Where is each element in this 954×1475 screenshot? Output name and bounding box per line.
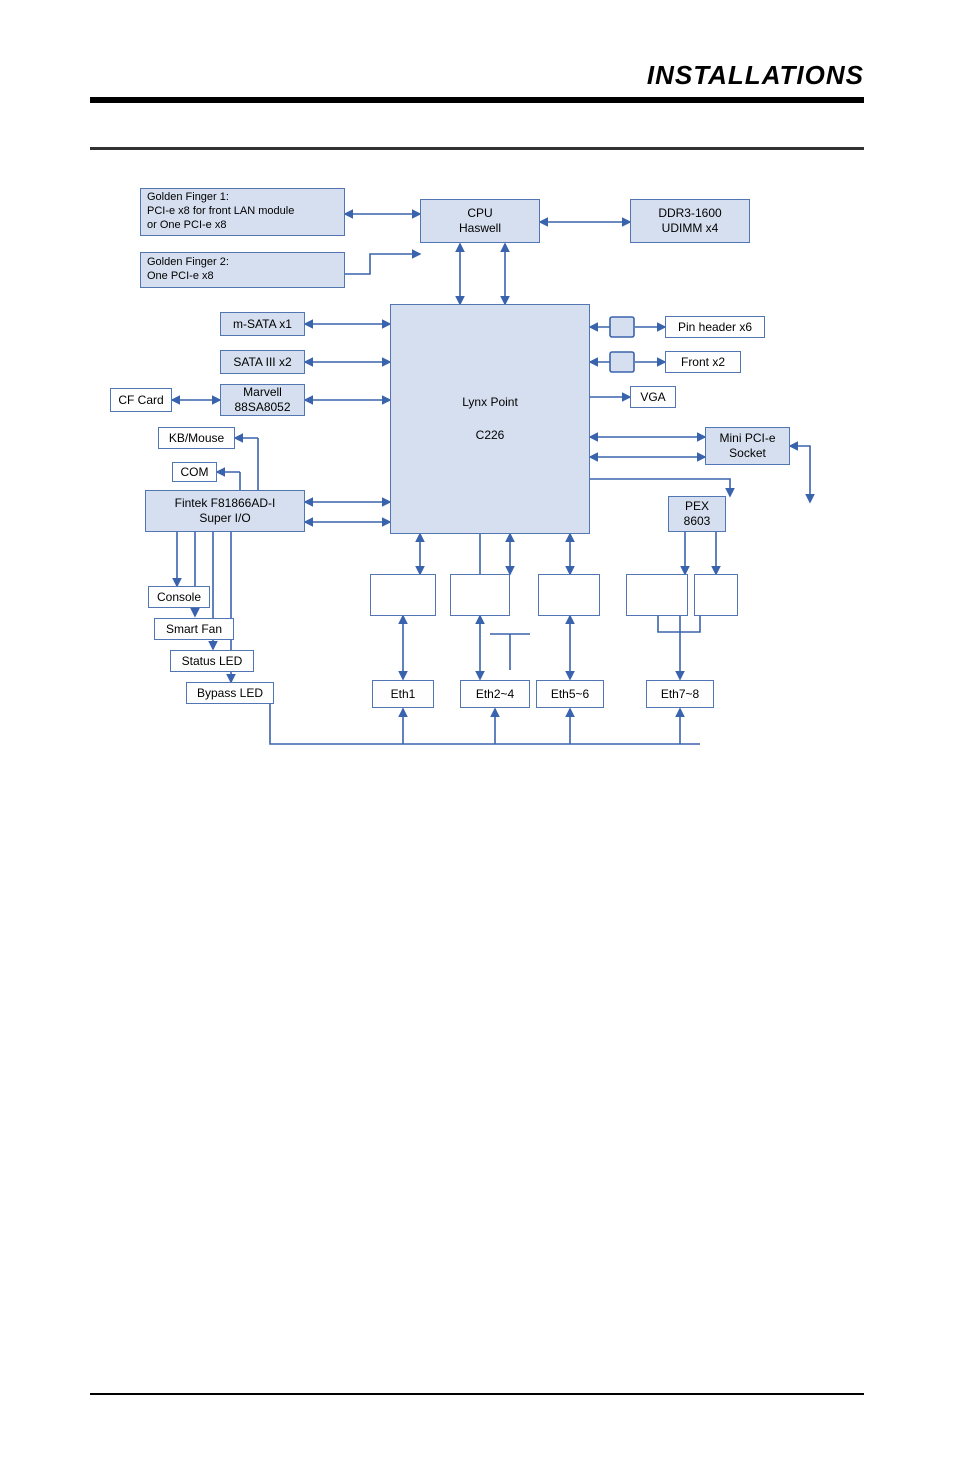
eth56-box: Eth5~6 (536, 680, 604, 708)
label: SATA III x2 (233, 355, 291, 370)
label: Fintek F81866AD-I (175, 496, 276, 511)
label: Pin header x6 (678, 320, 752, 335)
kbmouse-box: KB/Mouse (158, 427, 235, 449)
section-rule (90, 147, 864, 150)
label: UDIMM x4 (662, 221, 719, 236)
ddr-box: DDR3-1600 UDIMM x4 (630, 199, 750, 243)
phy-box-5 (694, 574, 738, 616)
label: Front x2 (681, 355, 725, 370)
vga-box: VGA (630, 386, 676, 408)
label: 88SA8052 (234, 400, 290, 415)
label: Eth2~4 (476, 687, 514, 702)
phy-box-1 (370, 574, 436, 616)
console-box: Console (148, 586, 210, 608)
golden-finger-1-box: Golden Finger 1: PCI-e x8 for front LAN … (140, 188, 345, 236)
label: Super I/O (199, 511, 250, 526)
cfcard-box: CF Card (110, 388, 172, 412)
label: Console (157, 590, 201, 605)
label: 8603 (684, 514, 711, 529)
block-diagram: Golden Finger 1: PCI-e x8 for front LAN … (110, 184, 870, 784)
label: Golden Finger 2: One PCI-e x8 (147, 256, 229, 284)
label: Haswell (459, 221, 501, 236)
header-rule (90, 97, 864, 103)
label: KB/Mouse (169, 431, 224, 446)
statusled-box: Status LED (170, 650, 254, 672)
msata-box: m-SATA x1 (220, 312, 305, 336)
label: DDR3-1600 (658, 206, 721, 221)
label: C226 (476, 428, 505, 443)
lynx-point-box: Lynx Point C226 (390, 304, 590, 534)
label: CPU (467, 206, 492, 221)
minipcie-box: Mini PCI-e Socket (705, 427, 790, 465)
label: Mini PCI-e (719, 431, 775, 446)
pinheader-box: Pin header x6 (665, 316, 765, 338)
label: CF Card (118, 393, 163, 408)
fintek-box: Fintek F81866AD-I Super I/O (145, 490, 305, 532)
golden-finger-2-box: Golden Finger 2: One PCI-e x8 (140, 252, 345, 288)
label: Bypass LED (197, 686, 263, 701)
pex-box: PEX 8603 (668, 496, 726, 532)
phy-box-2 (450, 574, 510, 616)
label: Eth7~8 (661, 687, 699, 702)
phy-box-4 (626, 574, 688, 616)
cpu-box: CPU Haswell (420, 199, 540, 243)
label: Lynx Point (462, 395, 518, 410)
label: Eth1 (391, 687, 416, 702)
label: COM (181, 465, 209, 480)
footer-rule (90, 1393, 864, 1395)
label: Eth5~6 (551, 687, 589, 702)
sata-box: SATA III x2 (220, 350, 305, 374)
label: Marvell (243, 385, 282, 400)
label: Golden Finger 1: PCI-e x8 for front LAN … (147, 191, 294, 232)
phy-box-3 (538, 574, 600, 616)
eth24-box: Eth2~4 (460, 680, 530, 708)
eth1-box: Eth1 (372, 680, 434, 708)
label: Status LED (182, 654, 243, 669)
label: m-SATA x1 (233, 317, 292, 332)
com-box: COM (172, 462, 217, 482)
label: Smart Fan (166, 622, 222, 637)
bypassled-box: Bypass LED (186, 682, 274, 704)
front-box: Front x2 (665, 351, 741, 373)
label: VGA (640, 390, 665, 405)
eth78-box: Eth7~8 (646, 680, 714, 708)
page-title: INSTALLATIONS (90, 60, 864, 91)
label: Socket (729, 446, 766, 461)
smartfan-box: Smart Fan (154, 618, 234, 640)
marvell-box: Marvell 88SA8052 (220, 384, 305, 416)
label: PEX (685, 499, 709, 514)
